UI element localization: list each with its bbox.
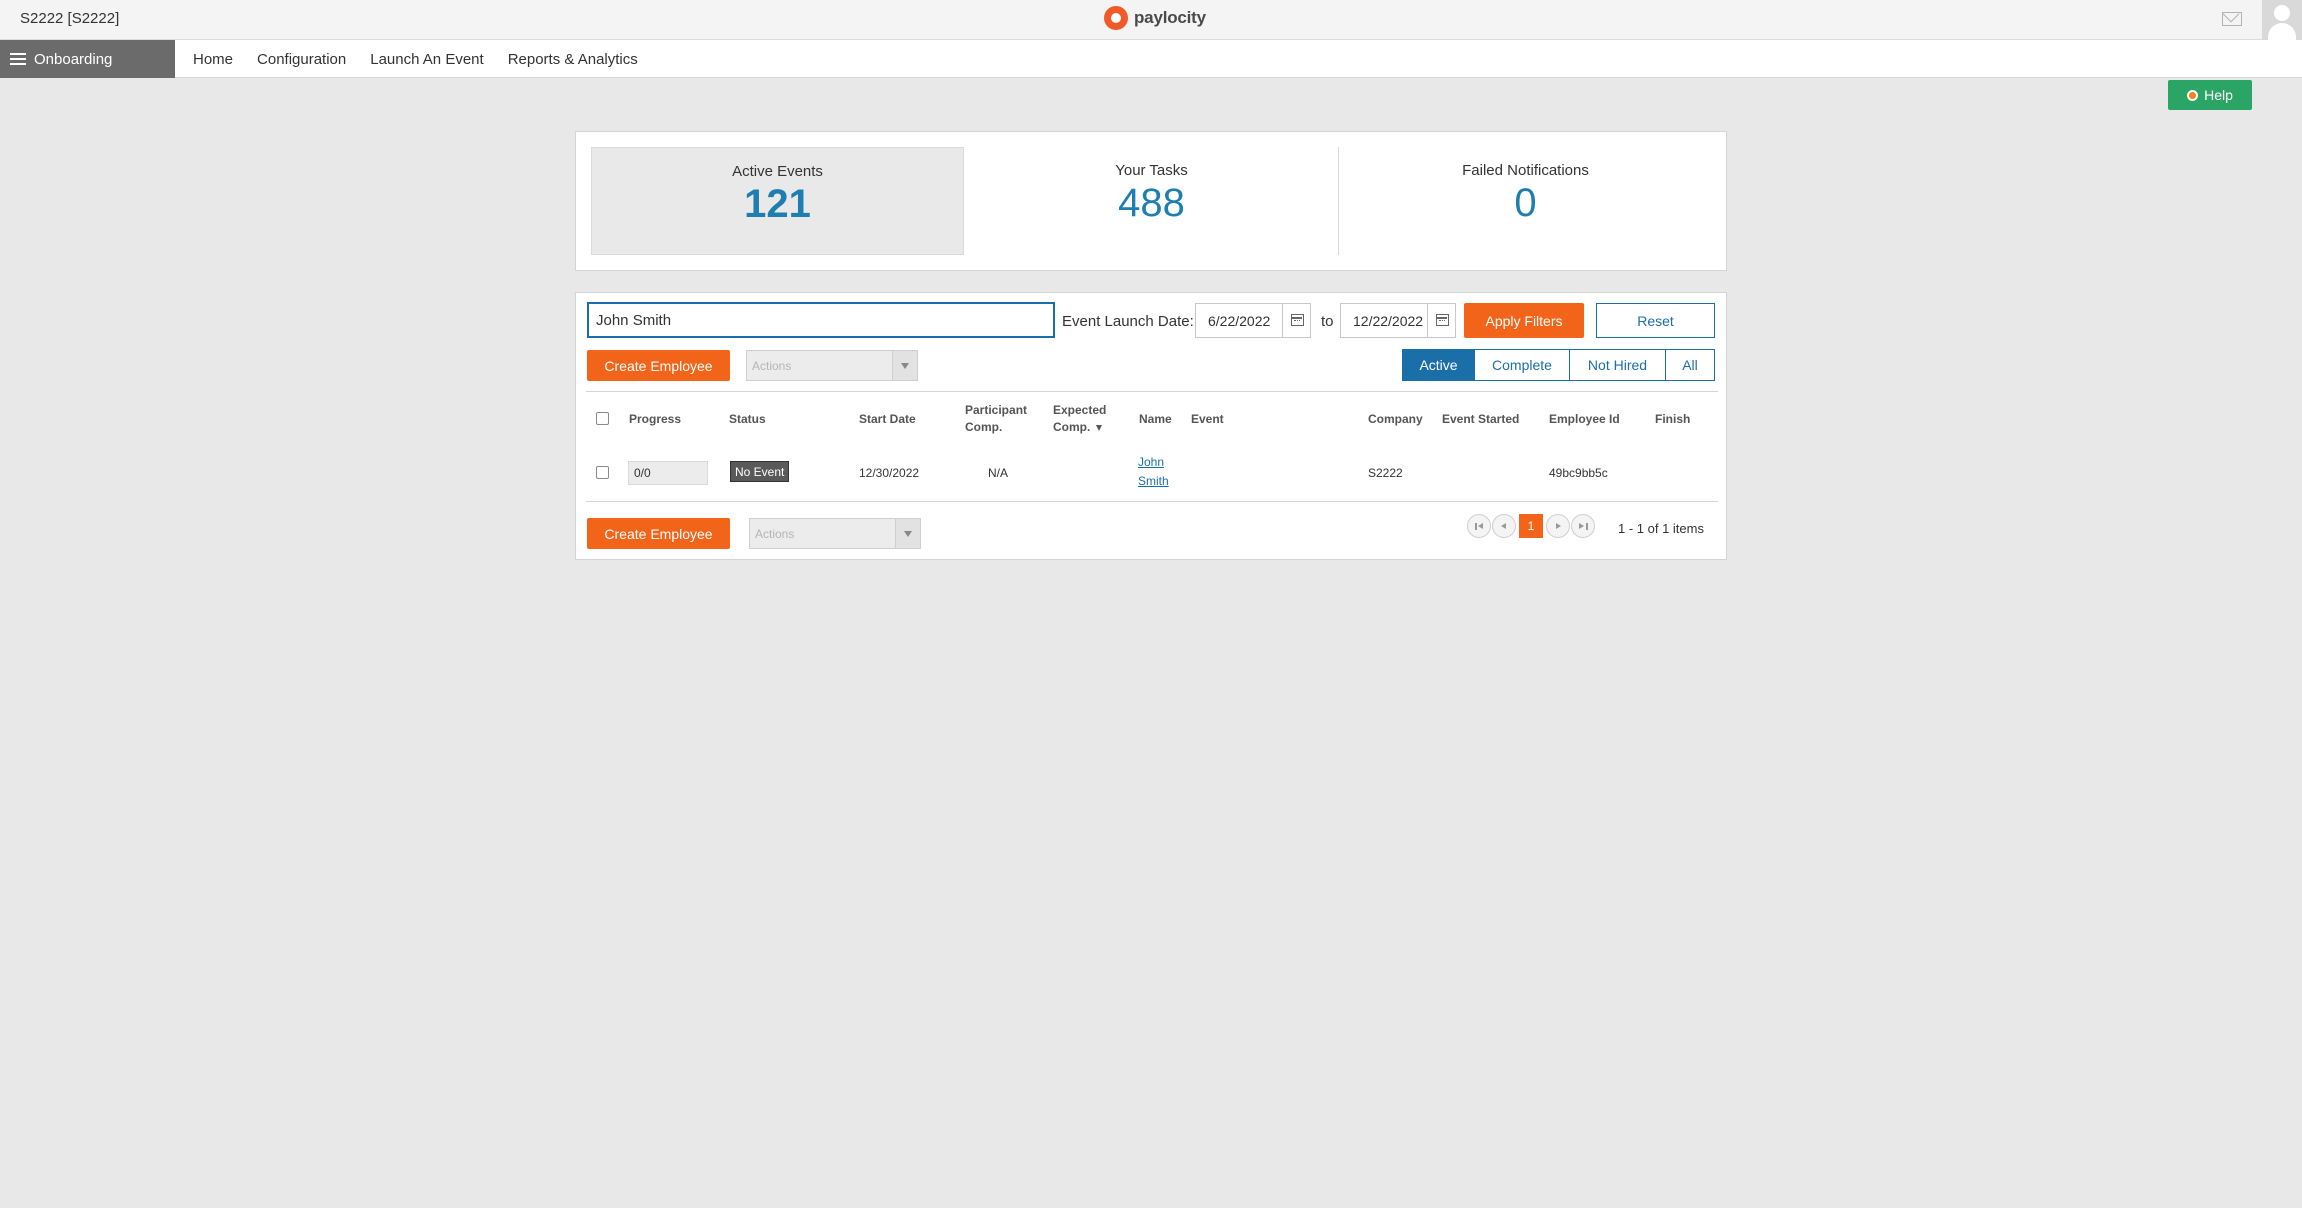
nav-links: Home Configuration Launch An Event Repor…: [193, 40, 638, 78]
employee-name-link[interactable]: John Smith: [1138, 453, 1178, 491]
hamburger-icon[interactable]: [10, 53, 26, 65]
help-button[interactable]: Help: [2168, 80, 2252, 110]
col-finish[interactable]: Finish: [1655, 411, 1690, 428]
summary-card: Active Events 121 Your Tasks 488 Failed …: [575, 131, 1727, 271]
help-label: Help: [2204, 87, 2233, 103]
failed-notifications-tile[interactable]: Failed Notifications 0: [1339, 147, 1712, 255]
actions-placeholder-bottom: Actions: [755, 526, 795, 541]
col-expected-comp-line1: Expected: [1053, 403, 1107, 417]
tab-not-hired[interactable]: Not Hired: [1569, 349, 1666, 381]
search-input[interactable]: [587, 302, 1055, 338]
date-to-value: 12/22/2022: [1353, 312, 1424, 329]
employee-first-name: John: [1138, 455, 1165, 469]
participant-comp-cell: N/A: [988, 466, 1009, 480]
active-events-value: 121: [744, 182, 811, 226]
progress-value: 0/0: [634, 466, 651, 480]
select-all-checkbox[interactable]: [596, 412, 609, 425]
col-event[interactable]: Event: [1191, 411, 1224, 428]
col-event-started[interactable]: Event Started: [1442, 411, 1519, 428]
paylocity-logo[interactable]: paylocity: [1104, 6, 1206, 30]
failed-notifications-value: 0: [1514, 181, 1537, 225]
calendar-icon: [1436, 314, 1449, 326]
first-page-button[interactable]: [1467, 514, 1491, 538]
to-label: to: [1321, 313, 1334, 330]
date-to-picker[interactable]: [1427, 304, 1455, 337]
items-count: 1 - 1 of 1 items: [1618, 521, 1704, 536]
actions-dropdown-bottom[interactable]: Actions: [749, 518, 921, 549]
table-footer-divider: [586, 501, 1718, 502]
col-status[interactable]: Status: [729, 411, 766, 428]
event-launch-date-label: Event Launch Date:: [1062, 313, 1194, 330]
status-filter-tabs: Active Complete Not Hired All: [1402, 349, 1715, 381]
events-panel: Event Launch Date: 6/22/2022 to 12/22/20…: [575, 292, 1727, 560]
col-participant-comp-line1: Participant: [965, 403, 1028, 417]
failed-notifications-label: Failed Notifications: [1462, 162, 1589, 179]
module-label: Onboarding: [34, 50, 113, 68]
active-events-label: Active Events: [732, 163, 823, 180]
your-tasks-label: Your Tasks: [1115, 162, 1188, 179]
col-expected-comp[interactable]: Expected Comp.: [1053, 402, 1106, 436]
your-tasks-tile[interactable]: Your Tasks 488: [965, 147, 1338, 255]
current-page[interactable]: 1: [1519, 514, 1543, 538]
first-page-icon: [1475, 523, 1477, 530]
next-page-button[interactable]: [1546, 514, 1570, 538]
col-participant-comp[interactable]: Participant Comp.: [965, 402, 1027, 436]
nav-reports-analytics[interactable]: Reports & Analytics: [508, 51, 638, 68]
nav-bar: Onboarding Home Configuration Launch An …: [0, 40, 2302, 78]
employee-id-cell: 49bc9bb5c: [1549, 466, 1608, 480]
create-employee-button[interactable]: Create Employee: [587, 350, 730, 381]
date-to-field[interactable]: 12/22/2022: [1340, 303, 1456, 338]
actions-dropdown[interactable]: Actions: [746, 350, 918, 381]
prev-page-button[interactable]: [1492, 514, 1516, 538]
last-page-icon: [1579, 523, 1584, 529]
employee-last-name: Smith: [1138, 474, 1169, 488]
next-page-icon: [1556, 523, 1561, 529]
date-from-value: 6/22/2022: [1208, 312, 1271, 329]
table-header-divider: [586, 391, 1718, 392]
chevron-down-icon: [901, 363, 909, 369]
date-from-picker[interactable]: [1282, 304, 1310, 337]
date-from-field[interactable]: 6/22/2022: [1195, 303, 1311, 338]
col-company[interactable]: Company: [1368, 411, 1423, 428]
tab-active[interactable]: Active: [1402, 349, 1475, 381]
tab-complete[interactable]: Complete: [1474, 349, 1570, 381]
actions-placeholder: Actions: [752, 358, 792, 373]
company-name: S2222 [S2222]: [20, 10, 120, 27]
module-menu-button[interactable]: Onboarding: [0, 40, 175, 78]
nav-configuration[interactable]: Configuration: [257, 51, 346, 68]
nav-home[interactable]: Home: [193, 51, 233, 68]
prev-page-icon: [1501, 523, 1506, 529]
mail-icon[interactable]: [2222, 12, 2242, 26]
active-events-tile[interactable]: Active Events 121: [591, 147, 964, 255]
sort-descending-icon: [1096, 424, 1103, 431]
last-page-button[interactable]: [1571, 514, 1595, 538]
user-avatar-icon[interactable]: [2262, 0, 2302, 40]
nav-launch-an-event[interactable]: Launch An Event: [370, 51, 483, 68]
progress-indicator: 0/0: [628, 461, 708, 485]
row-checkbox[interactable]: [596, 466, 609, 479]
reset-button[interactable]: Reset: [1596, 303, 1715, 338]
col-progress[interactable]: Progress: [629, 411, 681, 428]
your-tasks-value: 488: [1118, 181, 1185, 225]
status-badge: No Event: [730, 461, 790, 482]
company-cell: S2222: [1368, 466, 1403, 480]
col-expected-comp-line2: Comp.: [1053, 420, 1091, 434]
chevron-down-icon: [904, 531, 912, 537]
calendar-icon: [1291, 314, 1304, 326]
brand-name: paylocity: [1134, 8, 1206, 27]
col-employee-id[interactable]: Employee Id: [1549, 411, 1620, 428]
tab-all[interactable]: All: [1665, 349, 1715, 381]
apply-filters-button[interactable]: Apply Filters: [1464, 303, 1584, 338]
col-start-date[interactable]: Start Date: [859, 411, 916, 428]
top-bar: S2222 [S2222] paylocity: [0, 0, 2302, 40]
paylocity-logo-icon: [1104, 6, 1128, 30]
col-name[interactable]: Name: [1139, 411, 1172, 428]
create-employee-button-bottom[interactable]: Create Employee: [587, 518, 730, 549]
start-date-cell: 12/30/2022: [859, 466, 920, 480]
col-participant-comp-line2: Comp.: [965, 420, 1003, 434]
help-icon: [2187, 89, 2199, 101]
